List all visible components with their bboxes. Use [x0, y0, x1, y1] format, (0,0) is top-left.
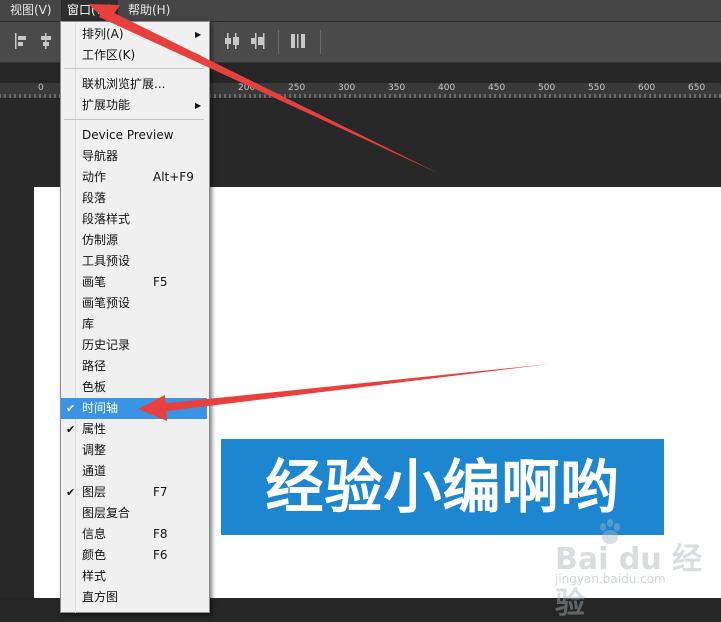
- arrow-to-window-menu-icon: [88, 4, 440, 174]
- annotation-arrows: [88, 4, 550, 421]
- arrow-to-timeline-icon: [138, 364, 550, 421]
